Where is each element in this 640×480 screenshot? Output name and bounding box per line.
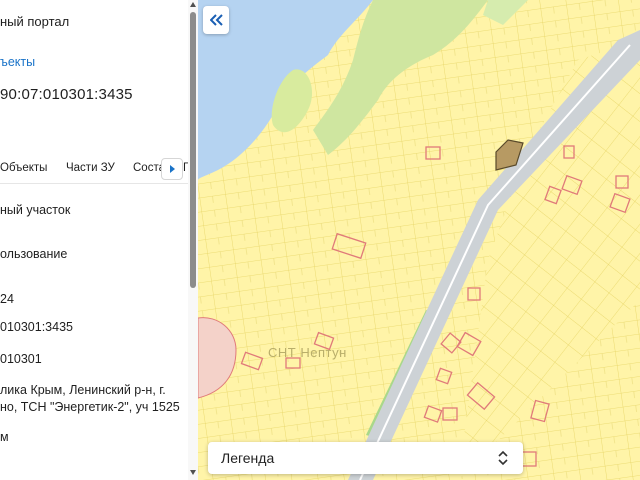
property-quarter: 010301: [0, 352, 42, 366]
cadastral-number: 90:07:010301:3435: [0, 86, 133, 103]
tab-bar: Объекты Части ЗУ Соста Г: [0, 156, 198, 184]
info-panel: ный портал ъекты 90:07:010301:3435 Объек…: [0, 0, 198, 480]
settlement-label: СНТ Нептун: [268, 345, 347, 360]
chevron-right-icon: [170, 165, 175, 173]
portal-title: ный портал: [0, 14, 70, 29]
tabs-scroll-right-button[interactable]: [161, 158, 183, 180]
scroll-thumb[interactable]: [190, 12, 196, 288]
expand-collapse-icon: [498, 450, 508, 466]
property-address-line-1: лика Крым, Ленинский р-н, г.: [0, 383, 166, 397]
property-unit: м: [0, 430, 9, 444]
property-number: 010301:3435: [0, 320, 73, 334]
panel-scrollbar[interactable]: [188, 0, 198, 480]
scroll-down-arrow-icon[interactable]: [190, 470, 196, 475]
cadastral-map[interactable]: СНТ Нептун Легенда: [198, 0, 640, 480]
tab-objects[interactable]: Объекты: [0, 162, 47, 174]
scroll-up-arrow-icon[interactable]: [190, 2, 196, 7]
legend-dropdown[interactable]: Легенда: [208, 442, 523, 474]
map-canvas[interactable]: [198, 0, 640, 480]
property-area: 24: [0, 292, 14, 306]
objects-link[interactable]: ъекты: [0, 55, 35, 69]
tab-parts[interactable]: Части ЗУ: [66, 162, 115, 174]
property-type: ный участок: [0, 203, 71, 217]
property-usage: ользование: [0, 247, 68, 261]
property-address-line-2: но, ТСН "Энергетик-2", уч 1525: [0, 400, 180, 414]
legend-label: Легенда: [221, 450, 275, 466]
collapse-panel-button[interactable]: [203, 6, 229, 34]
double-chevron-left-icon: [209, 14, 223, 26]
